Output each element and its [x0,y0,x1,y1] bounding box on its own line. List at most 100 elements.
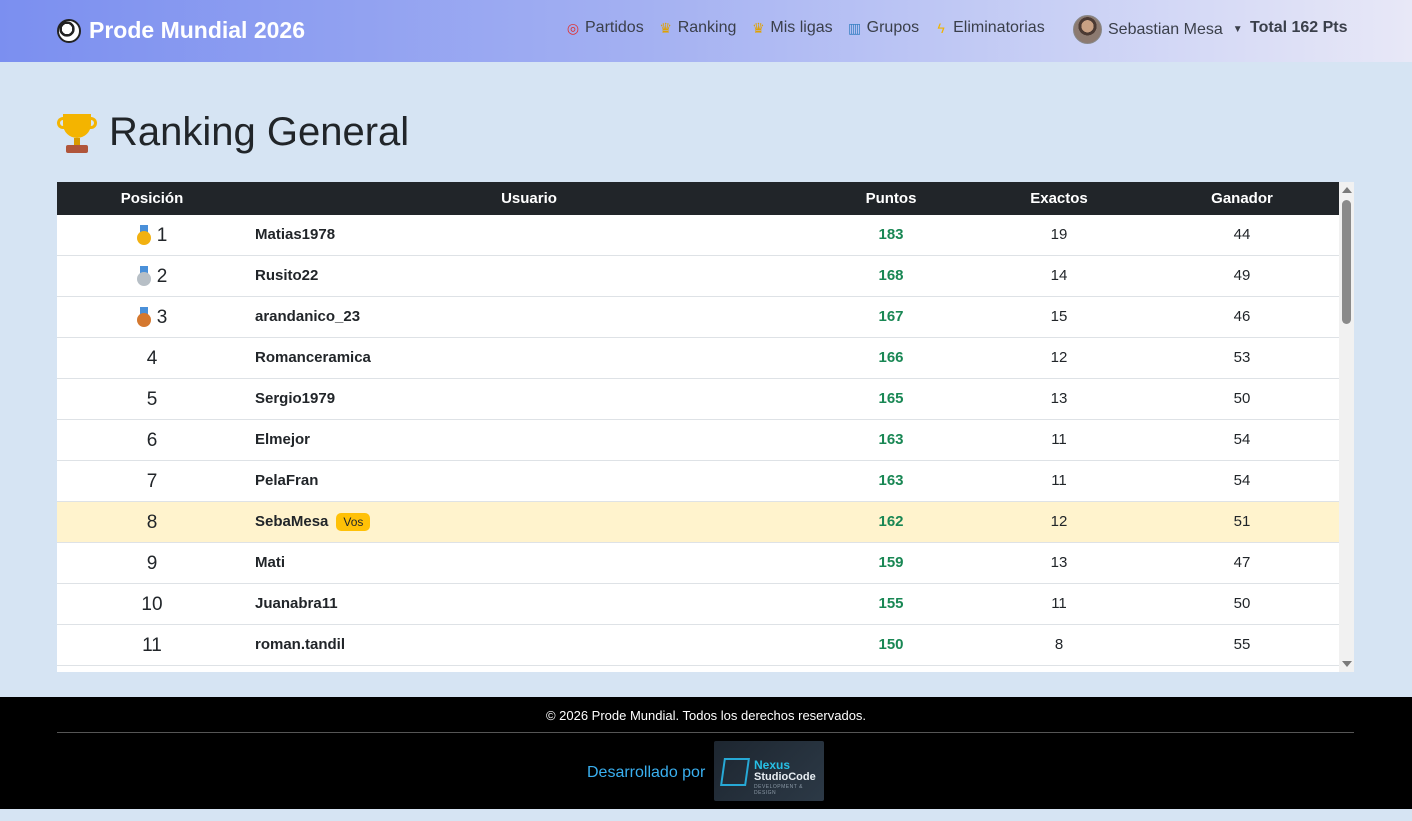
header-usuario: Usuario [501,190,557,207]
table-row: 6 Elmejor 163 11 54 [57,420,1339,461]
silver-medal-icon [136,266,151,286]
avatar [1073,15,1102,44]
cell-position: 2 [57,266,247,288]
scroll-up-arrow-icon[interactable] [1342,187,1352,193]
nav-link-mis-ligas[interactable]: ♛ Mis ligas [750,19,833,37]
position-number: 9 [146,553,158,574]
cell-points: 150 [878,636,904,653]
scrollbar-thumb[interactable] [1342,200,1351,324]
cell-user: Elmejor [255,431,310,448]
table-row: 11 roman.tandil 150 8 55 [57,625,1339,666]
cell-exactos: 13 [1050,554,1068,571]
cell-ganador: 49 [1233,267,1251,284]
nav-links: ◎ Partidos ♛ Ranking ♛ Mis ligas ▥ Grupo… [565,19,1045,37]
trophy-icon [57,112,97,154]
nav-link-label: Ranking [677,19,737,36]
position-number: 2 [156,266,168,287]
ranking-table: Posición Usuario Puntos Exactos Ganador … [57,182,1354,672]
cell-user: PelaFran [255,472,318,489]
logo-line3: DEVELOPMENT & DESIGN [754,784,803,796]
cell-points: 166 [878,349,904,366]
table-header: Posición Usuario Puntos Exactos Ganador [57,182,1339,215]
cell-user: SebaMesa Vos [255,513,371,531]
developed-by-label: Desarrollado por [587,764,706,781]
position-number: 8 [146,512,158,533]
cell-position: 7 [57,471,247,493]
nav-link-grupos[interactable]: ▥ Grupos [847,19,919,37]
table-row: 5 Sergio1979 165 13 50 [57,379,1339,420]
brand-title: Prode Mundial 2026 [89,17,306,43]
navbar: Prode Mundial 2026 ◎ Partidos ♛ Ranking … [0,0,1412,62]
cell-user: Matias1978 [255,226,335,243]
table-body: 1 Matias1978 183 19 44 2 Rusito22 168 14 49 3 arand… [57,215,1339,666]
copyright: © 2026 Prode Mundial. Todos los derechos… [545,708,867,723]
soccer-ball-icon [57,18,81,43]
table-row: 7 PelaFran 163 11 54 [57,461,1339,502]
nav-link-label: Partidos [585,19,644,36]
table-scrollbar[interactable] [1339,182,1354,672]
nav-link-partidos[interactable]: ◎ Partidos [565,19,644,37]
position-number: 5 [146,389,158,410]
cell-points: 163 [878,431,904,448]
caret-down-icon: ▼ [1232,24,1243,35]
cell-ganador: 54 [1233,472,1251,489]
nexus-studiocode-logo[interactable]: Nexus StudioCode DEVELOPMENT & DESIGN [714,741,824,801]
nexus-logo-mark-icon [720,758,750,786]
table-row: 2 Rusito22 168 14 49 [57,256,1339,297]
position-number: 6 [146,430,158,451]
username: roman.tandil [255,636,346,653]
cell-position: 1 [57,225,247,247]
user-menu-toggle[interactable]: Sebastian Mesa ▼ [1073,15,1243,44]
cell-exactos: 13 [1050,390,1068,407]
table-row: 9 Mati 159 13 47 [57,543,1339,584]
cell-exactos: 11 [1051,472,1067,489]
username: Romanceramica [255,349,371,366]
header-posicion: Posición [120,190,184,207]
table-row: 10 Juanabra11 155 11 50 [57,584,1339,625]
current-user-badge: Vos [336,513,371,531]
cell-position: 3 [57,307,247,329]
cell-user: Romanceramica [255,349,371,366]
cell-user: Sergio1979 [255,390,335,407]
cell-position: 10 [57,594,247,616]
cell-points: 163 [878,472,904,489]
cell-position: 6 [57,430,247,452]
cell-exactos: 8 [1054,636,1064,653]
username: Rusito22 [255,267,319,284]
total-points: Total 162 Pts [1250,19,1348,36]
nav-link-label: Grupos [866,19,920,36]
cell-ganador: 50 [1233,390,1251,407]
scroll-down-arrow-icon[interactable] [1342,661,1352,667]
logo-line2: StudioCode [754,771,816,783]
cell-position: 9 [57,553,247,575]
username: Mati [255,554,285,571]
cell-ganador: 51 [1233,513,1251,530]
position-number: 4 [146,348,158,369]
nav-link-label: Eliminatorias [953,19,1045,36]
cell-points: 155 [878,595,904,612]
nav-link-ranking[interactable]: ♛ Ranking [658,19,737,37]
user-name: Sebastian Mesa [1108,20,1223,38]
nav-link-eliminatorias[interactable]: ϟ Eliminatorias [933,19,1045,37]
lightning-icon: ϟ [937,20,945,36]
footer-divider [57,732,1354,733]
cell-position: 5 [57,389,247,411]
cell-user: Mati [255,554,285,571]
cell-user: arandanico_23 [255,308,360,325]
cell-position: 4 [57,348,247,370]
cell-ganador: 55 [1233,636,1251,653]
brand-link[interactable]: Prode Mundial 2026 [57,17,305,44]
header-exactos: Exactos [1030,190,1088,207]
username: Sergio1979 [255,390,336,407]
bar-chart-icon: ▥ [848,19,862,36]
cell-position: 8 [57,512,247,534]
cell-points: 162 [878,513,904,530]
cell-user: Rusito22 [255,267,318,284]
cell-user: roman.tandil [255,636,345,653]
page-title: Ranking General [57,110,409,155]
trophy-icon: ♛ [659,19,672,36]
header-puntos: Puntos [865,190,917,207]
gold-medal-icon [136,225,151,245]
nav-link-label: Mis ligas [770,19,833,36]
cell-user: Juanabra11 [255,595,338,612]
